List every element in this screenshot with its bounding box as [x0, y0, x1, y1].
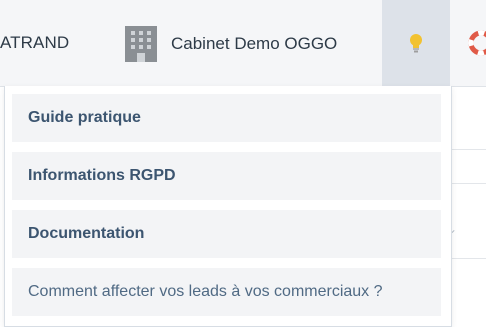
background-divider: [452, 102, 486, 150]
office-name: Cabinet Demo OGGO: [171, 34, 338, 53]
background-divider: [452, 183, 486, 184]
help-menu-toggle[interactable]: [382, 0, 450, 86]
lifebuoy-icon[interactable]: [468, 30, 486, 56]
menu-item-documentation[interactable]: Documentation: [12, 210, 441, 258]
menu-item-informations-rgpd[interactable]: Informations RGPD: [12, 152, 441, 200]
building-icon: [125, 26, 157, 62]
user-name[interactable]: ATRAND: [0, 33, 69, 53]
office-selector[interactable]: Cabinet Demo OGGO: [125, 26, 337, 62]
menu-item-guide-pratique[interactable]: Guide pratique: [12, 94, 441, 142]
top-navigation-bar: ATRAND Cabinet Demo OGGO: [0, 0, 486, 87]
lightbulb-icon: [410, 34, 422, 53]
menu-item-affecter-leads[interactable]: Comment affecter vos leads à vos commerc…: [12, 268, 441, 316]
help-dropdown-menu: Guide pratique Informations RGPD Documen…: [4, 86, 452, 327]
background-divider: [452, 258, 486, 259]
